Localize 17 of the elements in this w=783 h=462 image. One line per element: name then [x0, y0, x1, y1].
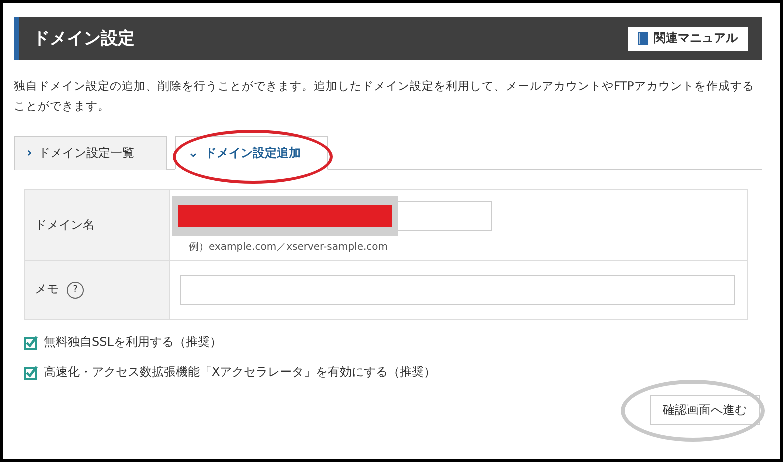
tab[interactable]: › ドメイン設定一覧 — [14, 136, 167, 170]
option-label: 無料独自SSLを利用する（推奨） — [44, 334, 222, 351]
checkbox[interactable] — [24, 366, 38, 380]
option-label: 高速化・アクセス数拡張機能「Xアクセラレータ」を有効にする（推奨） — [44, 364, 436, 381]
checkbox[interactable] — [24, 336, 38, 350]
manual-button[interactable]: 関連マニュアル — [628, 26, 748, 50]
tab[interactable]: ⌄ ドメイン設定追加 — [175, 136, 328, 170]
submit-button[interactable]: 確認画面へ進む — [650, 395, 760, 425]
field-label: ドメイン名 — [24, 190, 170, 260]
book-icon — [638, 32, 648, 45]
domain-input[interactable] — [398, 201, 492, 231]
help-icon[interactable]: ? — [67, 282, 84, 299]
page-title: ドメイン設定 — [33, 28, 135, 50]
description-text: 独自ドメイン設定の追加、削除を行うことができます。追加したドメイン設定を利用して、メールアカウントやFTPアカウントを作成することができます。 — [14, 78, 756, 115]
hint-text: 例）example.com／xserver-sample.com — [189, 241, 390, 254]
memo-input[interactable] — [180, 275, 735, 305]
field-label: メモ — [35, 282, 59, 296]
